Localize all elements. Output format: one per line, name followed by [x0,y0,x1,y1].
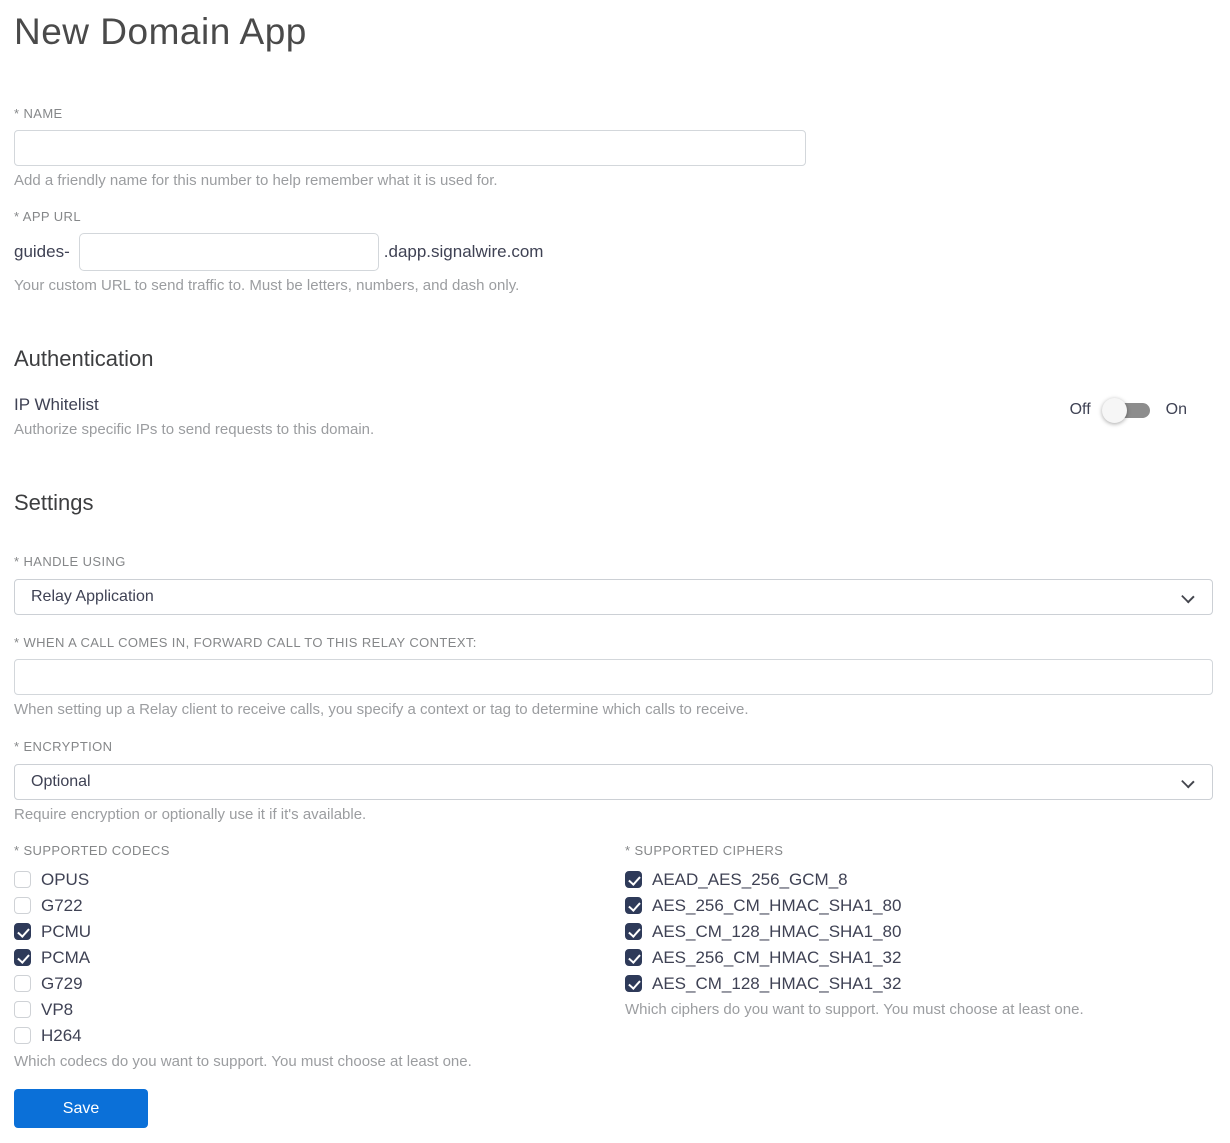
codec-option-label: OPUS [41,869,90,889]
checkbox-icon[interactable] [625,896,642,914]
ip-whitelist-toggle[interactable] [1101,397,1150,423]
handle-using-selected-value: Relay Application [31,588,154,605]
supported-ciphers-label: * SUPPORTED CIPHERS [625,843,784,858]
codecs-ciphers-row: * SUPPORTED CODECS OPUS G722 PCMU PCMA G… [14,843,1213,1071]
codec-option-label: PCMA [41,947,91,967]
supported-codecs-label: * SUPPORTED CODECS [14,843,170,858]
codecs-checkbox-list: OPUS G722 PCMU PCMA G729 VP8 H264 [14,866,625,1048]
codec-option-h264[interactable]: H264 [14,1022,625,1048]
cipher-option-aead-aes-256-gcm-8[interactable]: AEAD_AES_256_GCM_8 [625,866,1213,892]
app-url-suffix: .dapp.signalwire.com [383,242,544,261]
checkbox-icon[interactable] [625,948,642,966]
checkbox-icon[interactable] [14,974,31,992]
name-help-text: Add a friendly name for this number to h… [14,172,498,189]
ciphers-help-text: Which ciphers do you want to support. Yo… [625,1001,1084,1018]
relay-context-field-group: * WHEN A CALL COMES IN, FORWARD CALL TO … [14,635,1213,719]
codec-option-vp8[interactable]: VP8 [14,996,625,1022]
codec-option-opus[interactable]: OPUS [14,866,625,892]
checkbox-icon[interactable] [625,922,642,940]
encryption-help-text: Require encryption or optionally use it … [14,806,367,823]
encryption-select[interactable]: Optional [14,764,1213,800]
handle-using-field-group: * HANDLE USING Relay Application [14,554,1213,615]
name-field-group: * NAME Add a friendly name for this numb… [14,106,1213,190]
cipher-option-aes-cm-128-hmac-sha1-80[interactable]: AES_CM_128_HMAC_SHA1_80 [625,918,1213,944]
checkbox-icon[interactable] [14,922,31,940]
cipher-option-label: AEAD_AES_256_GCM_8 [652,869,848,889]
supported-codecs-group: * SUPPORTED CODECS OPUS G722 PCMU PCMA G… [14,843,625,1071]
relay-context-help-text: When setting up a Relay client to receiv… [14,701,749,718]
handle-using-select[interactable]: Relay Application [14,579,1213,615]
app-url-prefix: guides- [14,242,70,261]
checkbox-icon[interactable] [625,870,642,888]
checkbox-icon[interactable] [14,1026,31,1044]
supported-ciphers-group: * SUPPORTED CIPHERS AEAD_AES_256_GCM_8 A… [625,843,1213,1071]
ip-whitelist-toggle-group: Off On [1069,397,1187,423]
checkbox-icon[interactable] [14,1000,31,1018]
encryption-field-group: * ENCRYPTION Optional Require encryption… [14,739,1213,824]
handle-using-label: * HANDLE USING [14,554,126,569]
ip-whitelist-row: IP Whitelist Authorize specific IPs to s… [14,394,1213,439]
codec-option-label: G722 [41,895,83,915]
save-button[interactable]: Save [14,1089,148,1128]
app-url-input[interactable] [78,233,379,271]
checkbox-icon[interactable] [14,896,31,914]
cipher-option-label: AES_256_CM_HMAC_SHA1_80 [652,895,902,915]
cipher-option-aes-256-cm-hmac-sha1-32[interactable]: AES_256_CM_HMAC_SHA1_32 [625,944,1213,970]
page-title: New Domain App [14,11,307,52]
chevron-down-icon [1181,589,1195,604]
cipher-option-aes-cm-128-hmac-sha1-32[interactable]: AES_CM_128_HMAC_SHA1_32 [625,970,1213,996]
toggle-off-label: Off [1069,401,1091,418]
toggle-on-label: On [1165,401,1187,418]
new-domain-app-page: New Domain App * NAME Add a friendly nam… [0,0,1230,1143]
codecs-help-text: Which codecs do you want to support. You… [14,1053,472,1070]
toggle-knob [1101,397,1127,423]
app-url-help-text: Your custom URL to send traffic to. Must… [14,277,520,294]
relay-context-label: * WHEN A CALL COMES IN, FORWARD CALL TO … [14,635,477,650]
relay-context-input[interactable] [14,659,1213,695]
settings-heading: Settings [14,490,94,515]
codec-option-label: G729 [41,973,83,993]
name-input[interactable] [14,130,806,166]
ip-whitelist-text: IP Whitelist Authorize specific IPs to s… [14,394,374,439]
codec-option-label: H264 [41,1025,82,1045]
ip-whitelist-label: IP Whitelist [14,395,99,414]
codec-option-g729[interactable]: G729 [14,970,625,996]
encryption-label: * ENCRYPTION [14,739,113,754]
ciphers-checkbox-list: AEAD_AES_256_GCM_8 AES_256_CM_HMAC_SHA1_… [625,866,1213,996]
codec-option-pcmu[interactable]: PCMU [14,918,625,944]
codec-option-label: PCMU [41,921,92,941]
name-label: * NAME [14,106,63,121]
ip-whitelist-description: Authorize specific IPs to send requests … [14,421,375,438]
codec-option-g722[interactable]: G722 [14,892,625,918]
chevron-down-icon [1181,774,1195,789]
app-url-label: * APP URL [14,209,81,224]
cipher-option-label: AES_CM_128_HMAC_SHA1_32 [652,973,902,993]
app-url-field-group: * APP URL guides- .dapp.signalwire.com Y… [14,209,1213,295]
cipher-option-label: AES_CM_128_HMAC_SHA1_80 [652,921,902,941]
cipher-option-aes-256-cm-hmac-sha1-80[interactable]: AES_256_CM_HMAC_SHA1_80 [625,892,1213,918]
authentication-heading: Authentication [14,346,154,371]
checkbox-icon[interactable] [625,974,642,992]
encryption-selected-value: Optional [31,773,91,790]
checkbox-icon[interactable] [14,870,31,888]
app-url-row: guides- .dapp.signalwire.com [14,233,1213,271]
checkbox-icon[interactable] [14,948,31,966]
codec-option-pcma[interactable]: PCMA [14,944,625,970]
cipher-option-label: AES_256_CM_HMAC_SHA1_32 [652,947,902,967]
codec-option-label: VP8 [41,999,74,1019]
